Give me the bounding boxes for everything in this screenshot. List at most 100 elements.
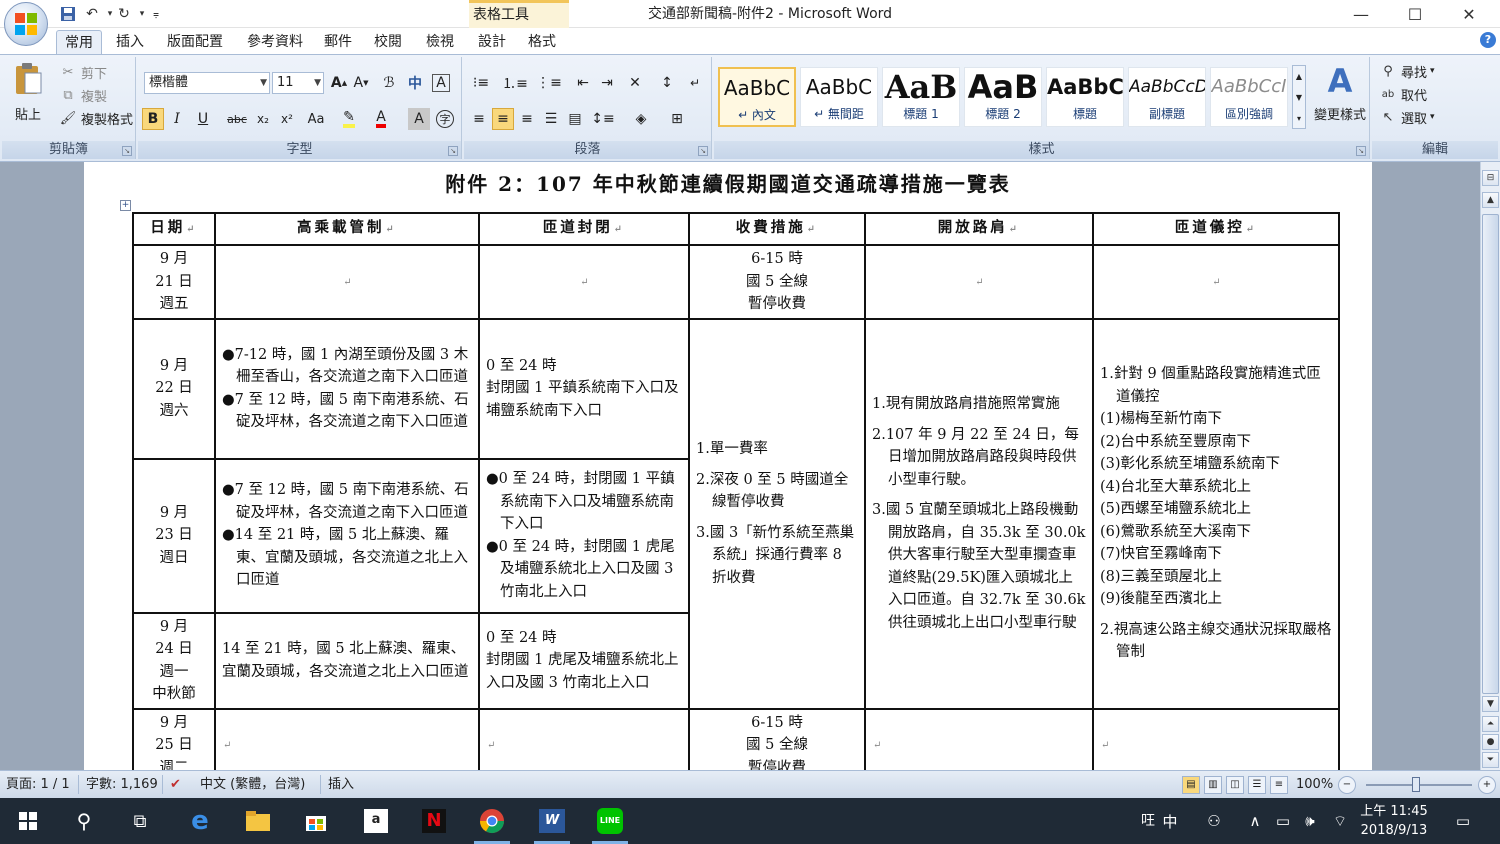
page-count[interactable]: 頁面: 1 / 1 <box>6 771 70 798</box>
proofing-icon[interactable]: ✔︎ <box>170 771 181 798</box>
zoom-slider-thumb[interactable] <box>1412 777 1420 792</box>
cell-hov[interactable]: 14 至 21 時，國 5 北上蘇澳、羅東、宜蘭及頭城，各交流道之北上入口匝道 <box>214 611 480 710</box>
clear-format-icon[interactable]: ℬ <box>378 72 400 94</box>
cell-date[interactable]: 9 月 23 日 週日 <box>132 457 216 614</box>
increase-indent-icon[interactable]: ⇥ <box>596 72 618 94</box>
enclose-character-icon[interactable]: 字 <box>436 110 454 128</box>
font-name-combo[interactable]: 標楷體 ▼ <box>144 72 270 94</box>
cell-date[interactable]: 9 月 21 日 週五 <box>132 244 216 320</box>
chinese-layout-icon[interactable]: ✕ <box>624 72 646 94</box>
save-icon[interactable] <box>58 4 78 24</box>
task-view-icon[interactable]: ⧉ <box>116 798 164 844</box>
style-no-spacing[interactable]: AaBbC ↵ 無間距 <box>800 67 878 127</box>
dialog-launcher-icon[interactable]: ↘ <box>698 146 708 156</box>
justify-icon[interactable]: ☰ <box>540 108 562 130</box>
cell-shoulder-merged[interactable]: 1.現有開放路肩措施照常實施 2.107 年 9 月 22 至 24 日，每日增… <box>864 317 1094 710</box>
zoom-level[interactable]: 100% <box>1296 771 1333 798</box>
draft-view-icon[interactable]: ≡ <box>1270 776 1288 794</box>
tab-page-layout[interactable]: 版面配置 <box>160 30 230 54</box>
sort-icon[interactable]: ↕ <box>656 72 678 94</box>
edge-browser-icon[interactable]: e <box>176 798 224 844</box>
action-center-icon[interactable]: ▭ <box>1448 798 1478 844</box>
undo-icon[interactable]: ↶ <box>82 4 102 24</box>
outline-view-icon[interactable]: ☰ <box>1248 776 1266 794</box>
cell-toll[interactable]: 6-15 時 國 5 全線 暫停收費 <box>688 244 866 320</box>
header-hov[interactable]: 高乘載管制↵ <box>214 212 480 246</box>
change-case-button[interactable]: Aa <box>302 108 330 130</box>
cell-ramp-closure[interactable]: 0 至 24 時 封閉國 1 虎尾及埔鹽系統北上入口及國 3 竹南北上入口 <box>478 611 690 710</box>
tab-references[interactable]: 參考資料 <box>240 30 310 54</box>
insert-mode[interactable]: 插入 <box>328 771 354 798</box>
tab-insert[interactable]: 插入 <box>110 30 150 54</box>
cell-shoulder[interactable]: ↵ <box>864 707 1094 770</box>
shrink-font-icon[interactable]: A ▼ <box>350 72 372 94</box>
line-spacing-icon[interactable]: ↕≡ <box>591 108 614 130</box>
find-button[interactable]: ⚲ 尋找 ▾ <box>1378 61 1434 81</box>
zoom-out-icon[interactable]: − <box>1338 776 1356 794</box>
header-ramp-closure[interactable]: 匝道封閉↵ <box>478 212 690 246</box>
bullets-icon[interactable]: ⁝≡ <box>470 72 492 94</box>
underline-icon[interactable]: U <box>192 108 214 130</box>
vertical-scrollbar[interactable]: ⊟ ▲ ▼ ⏶ ● ⏷ <box>1480 162 1500 770</box>
tab-design[interactable]: 設計 <box>472 30 512 54</box>
strikethrough-icon[interactable]: abc <box>226 108 248 130</box>
numbering-icon[interactable]: ⒈≡ <box>502 72 528 94</box>
style-subtle-emphasis[interactable]: AaBbCcI 區別強調 <box>1210 67 1288 127</box>
cell-date[interactable]: 9 月 22 日 週六 <box>132 317 216 460</box>
cell-metering[interactable]: ↵ <box>1092 707 1340 770</box>
web-layout-icon[interactable]: ◫ <box>1226 776 1244 794</box>
table-move-handle-icon[interactable]: + <box>120 200 131 211</box>
print-layout-icon[interactable]: ▤ <box>1182 776 1200 794</box>
replace-button[interactable]: ab 取代 <box>1378 84 1427 104</box>
volume-icon[interactable]: 🕪 <box>1298 798 1322 844</box>
line-app-icon[interactable]: LINE <box>586 798 634 844</box>
help-icon[interactable]: ? <box>1480 32 1496 48</box>
grow-font-icon[interactable]: A ▲ <box>328 72 350 94</box>
style-heading-2[interactable]: AaB 標題 2 <box>964 67 1042 127</box>
language-indicator[interactable]: 中文 (繁體，台灣) <box>200 771 305 798</box>
wifi-icon[interactable]: ⌔ <box>1328 798 1352 844</box>
maximize-button[interactable]: ☐ <box>1392 0 1438 28</box>
clock[interactable]: 上午 11:45 2018/9/13 <box>1356 798 1432 844</box>
windows-start-icon[interactable] <box>4 798 52 844</box>
distributed-icon[interactable]: ▤ <box>564 108 586 130</box>
show-hidden-icons-icon[interactable]: ∧ <box>1244 798 1266 844</box>
document-page[interactable]: 附件 2：107 年中秋節連續假期國道交通疏導措施一覽表 + 日期↵ 高乘載管制… <box>84 162 1372 770</box>
header-toll[interactable]: 收費措施↵ <box>688 212 866 246</box>
full-screen-reading-icon[interactable]: ▥ <box>1204 776 1222 794</box>
cell-hov[interactable]: ↵ <box>214 244 480 320</box>
people-icon[interactable]: ⚇ <box>1200 798 1228 844</box>
character-shading-icon[interactable]: A <box>408 108 430 130</box>
measures-table[interactable]: 日期↵ 高乘載管制↵ 匝道封閉↵ 收費措施↵ 開放路肩↵ 匝道儀控↵ 9 月 2… <box>132 212 1340 770</box>
style-title[interactable]: AaBbC 標題 <box>1046 67 1124 127</box>
cell-ramp-closure[interactable]: ↵ <box>478 707 690 770</box>
scroll-thumb[interactable] <box>1482 214 1499 694</box>
phonetic-guide-icon[interactable]: 中 <box>404 72 426 94</box>
close-button[interactable]: ✕ <box>1446 0 1492 28</box>
office-button[interactable] <box>4 2 48 46</box>
bold-icon[interactable]: B <box>142 108 164 130</box>
cell-date[interactable]: 9 月 25 日 週二 <box>132 707 216 770</box>
show-marks-icon[interactable]: ↵ <box>684 72 706 94</box>
word-count[interactable]: 字數: 1,169 <box>86 771 158 798</box>
style-normal[interactable]: AaBbC ↵ 內文 <box>718 67 796 127</box>
borders-icon[interactable]: ⊞ <box>666 108 688 130</box>
ime-status[interactable]: 㕵 <box>1136 798 1160 844</box>
ime-mode[interactable]: 中 <box>1158 798 1182 844</box>
document-area[interactable]: 附件 2：107 年中秋節連續假期國道交通疏導措施一覽表 + 日期↵ 高乘載管制… <box>0 162 1480 770</box>
scroll-up-icon[interactable]: ▲ <box>1482 192 1499 208</box>
header-shoulder[interactable]: 開放路肩↵ <box>864 212 1094 246</box>
change-styles-button[interactable]: A 變更樣式 <box>1312 61 1368 137</box>
store-icon[interactable] <box>292 798 340 844</box>
font-color-icon[interactable]: A <box>370 108 392 130</box>
tab-view[interactable]: 檢視 <box>420 30 460 54</box>
amazon-icon[interactable]: a <box>352 798 400 844</box>
cell-metering[interactable]: ↵ <box>1092 244 1340 320</box>
redo-icon[interactable]: ↻ <box>114 4 134 24</box>
dialog-launcher-icon[interactable]: ↘ <box>448 146 458 156</box>
cell-hov[interactable]: ●7 至 12 時，國 5 南下南港系統、石碇及坪林，各交流道之南下入口匝道 ●… <box>214 457 480 614</box>
search-icon[interactable]: ⚲ <box>60 798 108 844</box>
cell-date[interactable]: 9 月 24 日 週一 中秋節 <box>132 611 216 710</box>
dialog-launcher-icon[interactable]: ↘ <box>122 146 132 156</box>
battery-icon[interactable]: ▭ <box>1270 798 1296 844</box>
